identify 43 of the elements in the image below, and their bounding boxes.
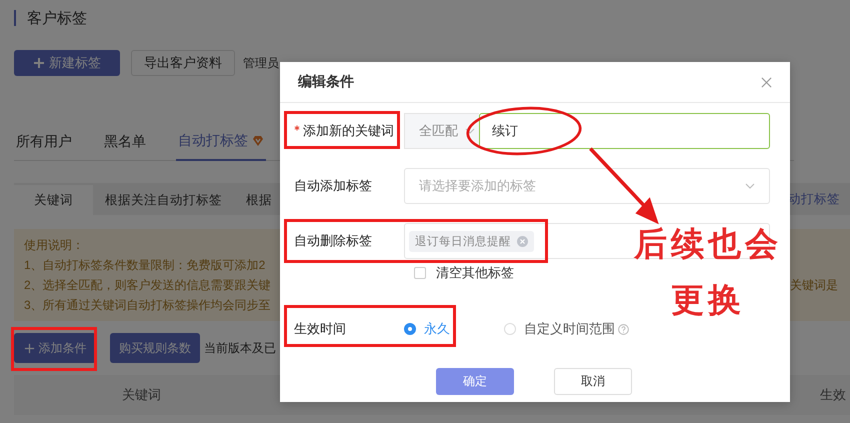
checkbox[interactable] [414, 267, 426, 279]
field-label: 添加新的关键词 [303, 122, 394, 140]
tag-chip: 退订每日消息提醒 [409, 230, 534, 252]
notice-line: 2、选择全匹配，则客户发送的信息需要跟关键 [24, 277, 271, 294]
subtab[interactable]: 根据关注自动打标签 [93, 185, 234, 215]
field-label: 生效时间 [294, 320, 346, 338]
notice-line: 1、自动打标签条件数量限制：免费版可添加2 [24, 257, 266, 274]
keyword-input[interactable]: 续订 [479, 113, 770, 149]
tab[interactable]: 所有用户 [14, 126, 74, 160]
export-button[interactable]: 导出客户资料 [131, 50, 235, 76]
notice-line: 3、所有通过关键词自动打标签操作均会同步至 [24, 297, 271, 314]
annotation-text: 更换 [671, 280, 745, 320]
annotation-text: 后续也会 [634, 224, 782, 264]
notice-title: 使用说明： [24, 237, 84, 254]
match-select[interactable]: 全匹配 [404, 113, 479, 149]
add-condition-button[interactable]: 添加条件 [14, 333, 96, 363]
page-title: 客户标签 [27, 8, 87, 28]
notice-line: 关键词是 [790, 277, 839, 294]
buy-rules-button[interactable]: 购买规则条数 [110, 333, 200, 363]
tab[interactable]: 自动打标签 [176, 126, 266, 161]
tab[interactable]: 黑名单 [102, 126, 148, 160]
field-label: 自动删除标签 [294, 232, 372, 250]
radio-option[interactable]: 自定义时间范围 [504, 320, 629, 338]
subtab[interactable]: 关键词 [14, 185, 93, 215]
dialog-title: 编辑条件 [298, 73, 354, 91]
column-header: 关键词 [122, 386, 161, 404]
cancel-button[interactable]: 取消 [554, 368, 632, 395]
plus-icon [33, 57, 45, 69]
version-text: 当前版本及已 [204, 340, 276, 356]
field-label: 自动添加标签 [294, 177, 372, 195]
subtab[interactable]: 根据 [234, 185, 284, 215]
checkbox-label: 清空其他标签 [436, 264, 514, 282]
confirm-button[interactable]: 确定 [436, 368, 514, 395]
description-text: 管理员 [243, 54, 279, 72]
column-header: 生效 [820, 386, 846, 404]
new-tag-button[interactable]: 新建标签 [14, 50, 120, 76]
chevron-icon [745, 183, 755, 189]
radio-option[interactable]: 永久 [404, 320, 504, 338]
close-icon[interactable] [761, 76, 772, 88]
chevron-icon [465, 128, 475, 134]
remove-icon[interactable] [517, 236, 528, 246]
plus-icon [24, 342, 34, 354]
tag-select[interactable]: 请选择要添加的标签 [404, 168, 770, 204]
